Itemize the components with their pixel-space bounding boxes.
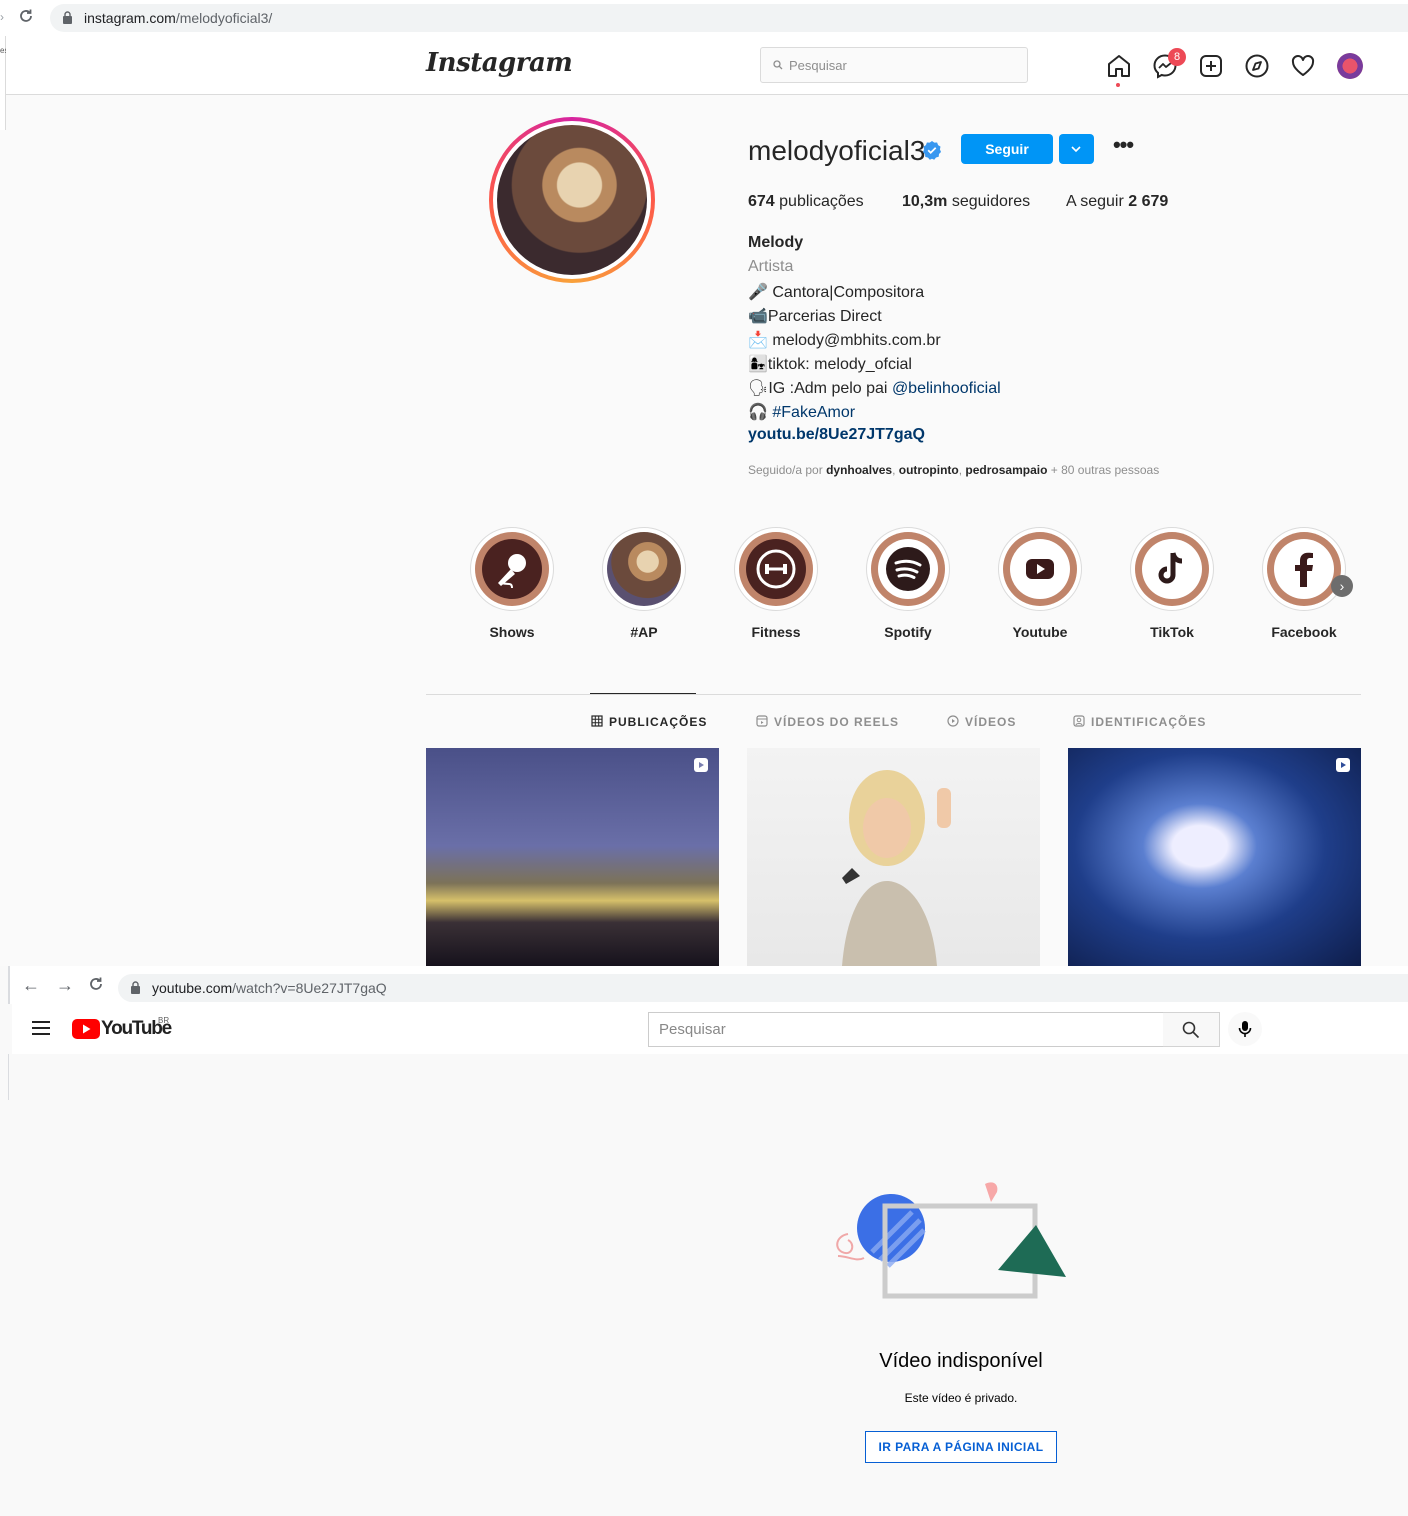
region-code: BR (158, 1016, 170, 1025)
back-arrow-icon[interactable]: › (0, 10, 4, 24)
highlights-next-arrow-icon[interactable]: › (1331, 575, 1353, 597)
address-bar[interactable]: instagram.com/melodyoficial3/ (50, 4, 1408, 32)
search-placeholder: Pesquisar (789, 58, 847, 73)
highlight-photo (607, 532, 681, 606)
highlight-fitness[interactable]: Fitness (734, 527, 818, 640)
search-button[interactable] (1163, 1012, 1220, 1047)
search-input[interactable]: Pesquisar (648, 1012, 1164, 1047)
lock-icon (131, 981, 140, 994)
address-url: youtube.com/watch?v=8Ue27JT7gaQ (152, 980, 387, 996)
instagram-top-nav: Instagram Pesquisar 8 (6, 36, 1408, 95)
bio-line: 📹Parcerias Direct (748, 308, 882, 325)
youtube-logo-icon[interactable] (72, 1019, 100, 1039)
profile-avatar[interactable] (489, 117, 655, 283)
grid-icon (591, 715, 603, 727)
suggested-accounts-dropdown[interactable] (1059, 134, 1094, 164)
profile-photo (497, 125, 647, 275)
microphone-icon (1238, 1021, 1252, 1037)
profile-username: melodyoficial3 (748, 135, 926, 166)
new-post-icon[interactable] (1198, 53, 1224, 79)
profile-full-name: Melody (748, 234, 804, 251)
followers-count[interactable]: 10,3m seguidores (902, 193, 1030, 211)
messages-badge: 8 (1168, 48, 1186, 66)
verified-badge-icon (923, 141, 941, 160)
post-thumbnail[interactable] (426, 748, 719, 966)
active-tab-indicator (590, 693, 696, 694)
highlight-youtube[interactable]: Youtube (998, 527, 1082, 640)
explore-icon[interactable] (1244, 53, 1270, 79)
bio-line: 🗣IG :Adm pelo pai @belinhooficial (748, 380, 1001, 397)
facebook-icon (1295, 552, 1313, 587)
forward-arrow-icon[interactable]: → (56, 976, 74, 994)
more-options-icon[interactable]: ••• (1110, 134, 1136, 162)
tab-tagged[interactable]: IDENTIFICAÇÕES (1073, 715, 1206, 729)
play-icon (947, 715, 959, 727)
side-panel-edge (8, 1054, 12, 1100)
profile-category: Artista (748, 258, 794, 275)
bio-line: 👩‍👧tiktok: melody_ofcial (748, 356, 912, 373)
highlight-spotify[interactable]: Spotify (866, 527, 950, 640)
bio-website-link[interactable]: youtu.be/8Ue27JT7gaQ (748, 426, 925, 444)
tabs-divider (426, 694, 1361, 695)
youtube-header: YouTube BR Pesquisar (12, 1004, 1408, 1054)
bio-hashtag-link[interactable]: #FakeAmor (772, 404, 855, 421)
bio-mention-link[interactable]: @belinhooficial (892, 380, 1001, 397)
lock-icon (63, 11, 72, 24)
bio-line: 🎧 #FakeAmor (748, 404, 856, 421)
browser-toolbar: › instagram.com/melodyoficial3/ (0, 0, 1408, 36)
video-unavailable-illustration (836, 1182, 1066, 1299)
highlight-ap[interactable]: #AP (602, 527, 686, 640)
search-placeholder: Pesquisar (659, 1021, 726, 1038)
followed-by[interactable]: Seguido/a por dynhoalves, outropinto, pe… (748, 463, 1159, 477)
tag-person-icon (1073, 715, 1085, 727)
address-bar[interactable]: youtube.com/watch?v=8Ue27JT7gaQ (118, 974, 1408, 1002)
follow-button[interactable]: Seguir (961, 134, 1053, 164)
singer-photo (842, 770, 951, 966)
youtube-icon (1026, 559, 1054, 579)
search-icon (1182, 1021, 1200, 1039)
search-input[interactable]: Pesquisar (760, 47, 1028, 83)
microphone-icon (498, 554, 526, 589)
dumbbell-icon (756, 549, 796, 589)
post-thumbnail[interactable] (747, 748, 1040, 966)
heart-icon[interactable] (1290, 53, 1316, 79)
spotify-icon (886, 547, 930, 591)
reload-icon[interactable] (88, 976, 104, 995)
hamburger-menu-icon[interactable] (32, 1021, 50, 1035)
bio-line: 🎤 Cantora|Compositora (748, 284, 925, 301)
error-subtitle: Este vídeo é privado. (904, 1391, 1018, 1405)
tab-videos[interactable]: VÍDEOS (947, 715, 1016, 729)
profile-avatar-icon[interactable] (1337, 53, 1363, 79)
instagram-browser-window: › instagram.com/melodyoficial3/ es Insta… (0, 0, 1408, 966)
post-thumbnail[interactable] (1068, 748, 1361, 966)
home-indicator-dot (1116, 83, 1120, 87)
reel-icon (1336, 758, 1350, 772)
tiktok-icon (1158, 552, 1183, 584)
chevron-down-icon (1071, 146, 1081, 153)
highlight-shows[interactable]: Shows (470, 527, 554, 640)
posts-count: 674 publicações (748, 193, 864, 210)
reload-icon[interactable] (18, 8, 38, 28)
browser-toolbar: ← → youtube.com/watch?v=8Ue27JT7gaQ (8, 966, 1408, 1004)
youtube-browser-window: ← → youtube.com/watch?v=8Ue27JT7gaQ YouT… (0, 966, 1408, 1516)
reel-icon (694, 758, 708, 772)
instagram-logo[interactable]: Instagram (426, 48, 573, 78)
following-count[interactable]: A seguir 2 679 (1066, 193, 1168, 211)
error-title: Vídeo indisponível (879, 1350, 1043, 1372)
voice-search-button[interactable] (1228, 1012, 1262, 1046)
reels-icon (756, 715, 768, 727)
search-icon (773, 60, 783, 70)
bio-line: 📩 melody@mbhits.com.br (748, 332, 941, 349)
address-url: instagram.com/melodyoficial3/ (84, 10, 273, 26)
tab-publicacoes[interactable]: PUBLICAÇÕES (591, 715, 707, 729)
highlight-tiktok[interactable]: TikTok (1130, 527, 1214, 640)
tab-reels[interactable]: VÍDEOS DO REELS (756, 715, 899, 729)
home-icon[interactable] (1106, 53, 1132, 79)
back-arrow-icon[interactable]: ← (22, 976, 40, 994)
go-to-homepage-button[interactable]: IR PARA A PÁGINA INICIAL (865, 1431, 1057, 1463)
